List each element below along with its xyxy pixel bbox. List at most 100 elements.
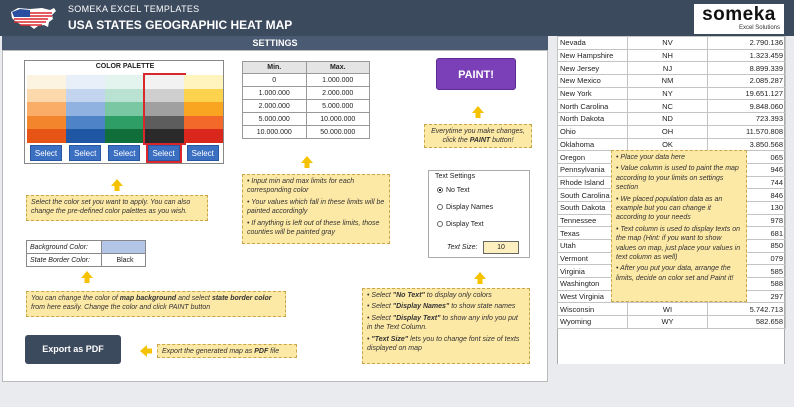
radio-display-names[interactable]: Display Names (437, 204, 493, 211)
state-name-cell[interactable]: New York (557, 86, 628, 101)
limit-max-cell[interactable]: 50.000.000 (305, 125, 370, 139)
radio-no-text[interactable]: No Text (437, 187, 470, 194)
state-name-cell[interactable]: North Dakota (557, 112, 628, 126)
palette-column[interactable] (27, 75, 66, 143)
data-note-line: • Place your data here (616, 154, 685, 161)
state-value-cell[interactable]: 3.850.568 (707, 137, 786, 152)
limits-note-line: • If anything is left out of these limit… (247, 219, 380, 237)
state-abbr-cell[interactable]: NJ (627, 61, 708, 76)
paint-note-line: Everytime you make changes, (431, 128, 525, 135)
select-palette-button[interactable]: Select (69, 145, 102, 161)
limit-min-cell[interactable]: 2.000.000 (242, 99, 307, 113)
palette-swatch (105, 129, 145, 143)
palette-swatch (66, 115, 106, 130)
palette-swatch (144, 102, 184, 116)
state-abbr-cell[interactable]: NC (627, 99, 708, 114)
state-abbr-cell[interactable]: NY (627, 86, 708, 101)
state-abbr-cell[interactable]: NM (627, 74, 708, 88)
limit-min-cell[interactable]: 0 (242, 73, 307, 87)
palette-column[interactable] (66, 75, 106, 143)
table-row: New Mexico NM 2.085.287 (557, 74, 786, 88)
palette-swatch (66, 102, 106, 116)
state-abbr-cell[interactable]: WI (627, 302, 708, 317)
text-note-line: • Select "Display Names" to show state n… (367, 303, 516, 311)
state-name-cell[interactable]: Ohio (557, 124, 628, 139)
state-name-cell[interactable]: New Hampshire (557, 48, 628, 63)
border-color-label: State Border Color: (26, 253, 102, 267)
limits-header-min: Min. (242, 61, 307, 74)
limit-min-cell[interactable]: 1.000.000 (242, 86, 307, 100)
state-value-cell[interactable]: 5.742.713 (707, 302, 786, 317)
background-note: You can change the color of map backgrou… (26, 291, 286, 317)
table-row: Wisconsin WI 5.742.713 (557, 302, 786, 317)
limit-max-cell[interactable]: 2.000.000 (305, 86, 370, 100)
state-abbr-cell[interactable]: ND (627, 112, 708, 126)
table-row: New Hampshire NH 1.323.459 (557, 48, 786, 63)
state-value-cell[interactable]: 19.651.127 (707, 86, 786, 101)
palette-column[interactable] (183, 75, 223, 143)
state-name-cell[interactable]: Oklahoma (557, 137, 628, 152)
data-note-line: • Value column is used to paint the map … (616, 165, 739, 192)
table-row: Nevada NV 2.790.136 (557, 36, 786, 50)
select-palette-button[interactable]: Select (108, 145, 141, 161)
limit-max-cell[interactable]: 10.000.000 (305, 112, 370, 126)
data-note-line: • After you put your data, arrange the l… (616, 265, 734, 282)
state-abbr-cell[interactable]: NH (627, 48, 708, 63)
paint-button[interactable]: PAINT! (436, 58, 516, 90)
border-color-value[interactable]: Black (101, 253, 146, 267)
limit-min-cell[interactable]: 5.000.000 (242, 112, 307, 126)
text-note-line: • Select "Display Text" to show any info… (367, 314, 518, 332)
palette-swatch (27, 88, 66, 103)
limits-row: 2.000.000 5.000.000 (242, 99, 370, 113)
state-value-cell[interactable]: 9.848.060 (707, 99, 786, 114)
color-palette: COLOR PALETTE Select Select Select Select Se… (24, 60, 224, 164)
state-value-cell[interactable]: 11.570.808 (707, 124, 786, 139)
limits-row: 1.000.000 2.000.000 (242, 86, 370, 100)
state-name-cell[interactable]: Nevada (557, 36, 628, 50)
state-name-cell[interactable]: Wisconsin (557, 302, 628, 317)
palette-column[interactable] (105, 75, 145, 143)
palette-note: Select the color set you want to apply. … (26, 195, 208, 221)
palette-swatch (66, 88, 106, 103)
state-value-cell[interactable]: 1.323.459 (707, 48, 786, 63)
state-name-cell[interactable]: New Mexico (557, 74, 628, 88)
palette-swatch (105, 102, 145, 116)
someka-logo: someka Excel Solutions (694, 4, 784, 34)
limit-max-cell[interactable]: 1.000.000 (305, 73, 370, 87)
state-abbr-cell[interactable]: OK (627, 137, 708, 152)
text-size-input[interactable]: 10 (483, 241, 519, 254)
palette-swatch (66, 75, 106, 89)
settings-title: SETTINGS (2, 36, 548, 50)
select-palette-button[interactable]: Select (186, 145, 219, 161)
export-pdf-button[interactable]: Export as PDF (25, 335, 121, 364)
state-name-cell[interactable]: North Carolina (557, 99, 628, 114)
state-value-cell[interactable]: 582.658 (707, 315, 786, 329)
state-abbr-cell[interactable]: WY (627, 315, 708, 329)
palette-swatch (144, 75, 184, 89)
palette-column[interactable] (142, 73, 186, 145)
palette-swatch (183, 115, 223, 130)
state-value-cell[interactable]: 8.899.339 (707, 61, 786, 76)
radio-display-text[interactable]: Display Text (437, 221, 484, 228)
state-value-cell[interactable]: 2.790.136 (707, 36, 786, 50)
limit-min-cell[interactable]: 10.000.000 (242, 125, 307, 139)
state-name-cell[interactable]: Wyoming (557, 315, 628, 329)
palette-swatch (27, 102, 66, 116)
palette-swatch (27, 75, 66, 89)
state-value-cell[interactable]: 2.085.287 (707, 74, 786, 88)
state-value-cell[interactable]: 723.393 (707, 112, 786, 126)
background-color-swatch[interactable] (101, 240, 146, 254)
state-abbr-cell[interactable]: OH (627, 124, 708, 139)
text-settings-note: • Select "No Text" to display only color… (362, 288, 530, 364)
radio-icon (437, 221, 443, 228)
select-palette-button[interactable]: Select (30, 145, 62, 161)
table-row: New Jersey NJ 8.899.339 (557, 61, 786, 76)
arrow-up-icon (81, 271, 93, 283)
state-name-cell[interactable]: New Jersey (557, 61, 628, 76)
select-palette-button[interactable]: Select (145, 143, 182, 163)
state-abbr-cell[interactable]: NV (627, 36, 708, 50)
limits-header-max: Max. (305, 61, 370, 74)
limit-max-cell[interactable]: 5.000.000 (305, 99, 370, 113)
radio-icon (437, 187, 443, 194)
paint-note: Everytime you make changes, click the PA… (424, 124, 532, 148)
